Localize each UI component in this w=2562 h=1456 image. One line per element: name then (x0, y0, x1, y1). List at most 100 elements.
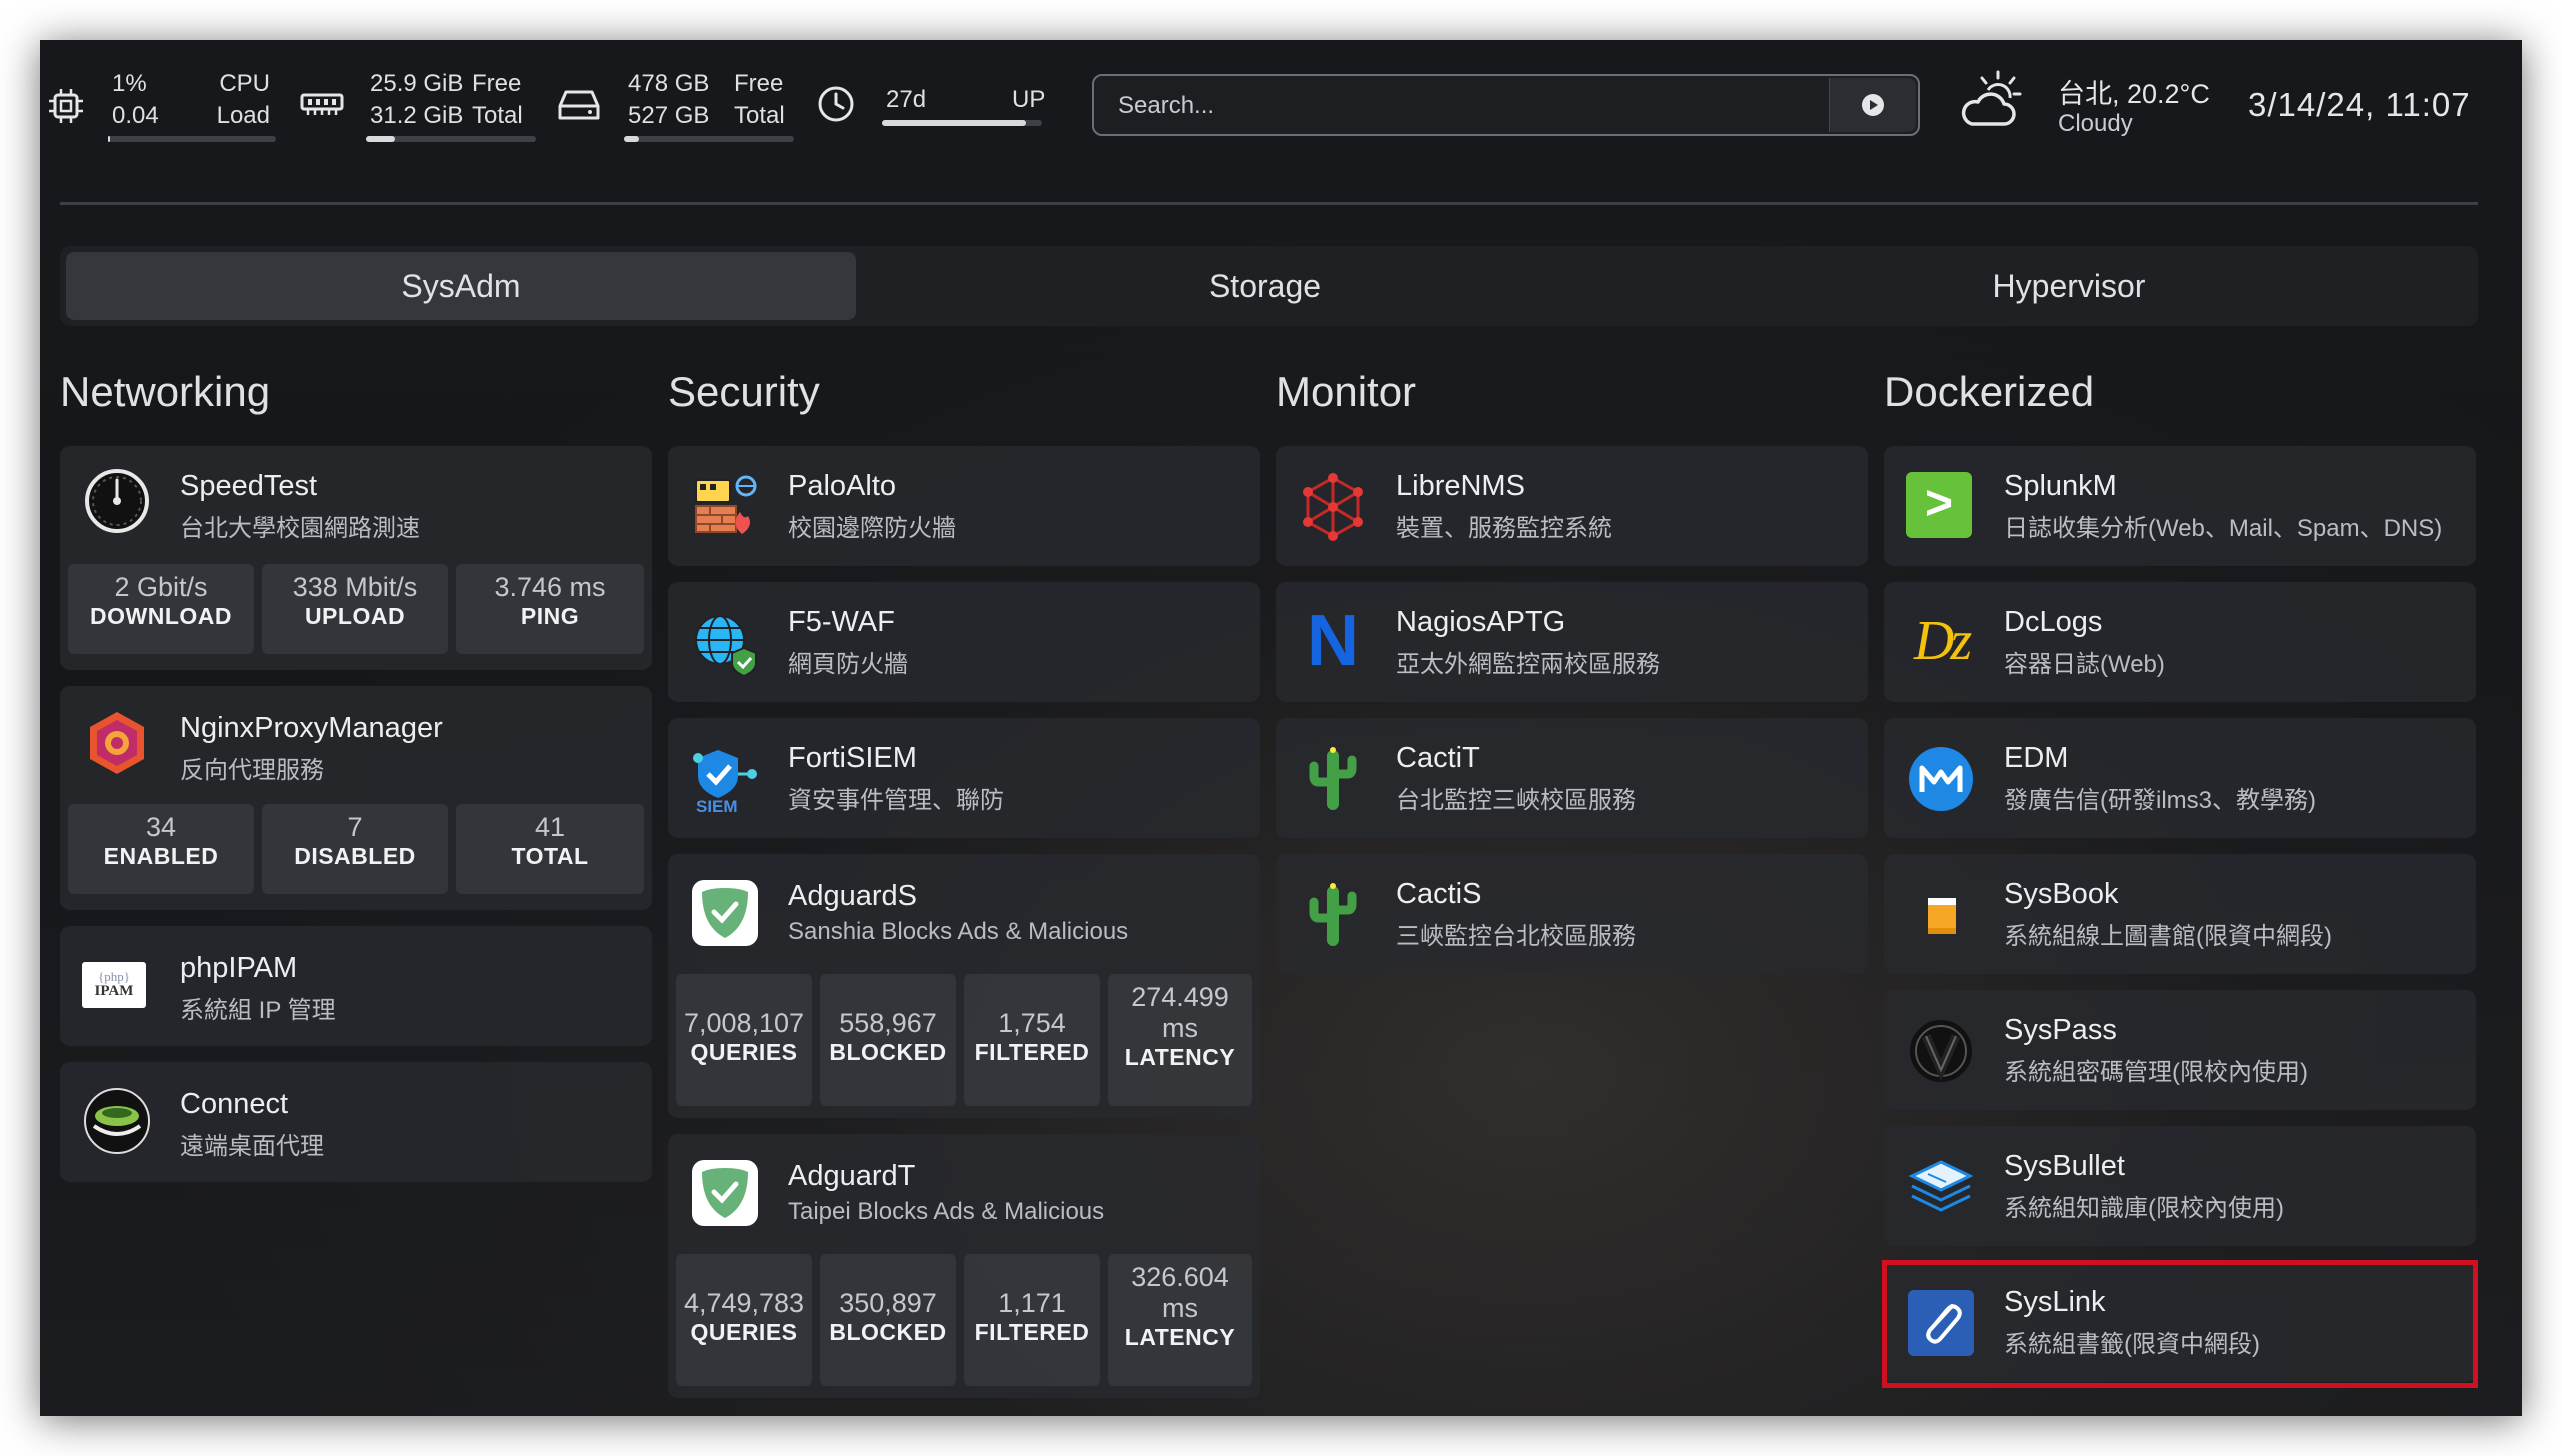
tab-storage[interactable]: Storage (870, 252, 1660, 320)
adguardt-stats: 4,749,783 QUERIES 350,897 BLOCKED 1,171 … (676, 1254, 1252, 1386)
service-description: 亞太外網監控兩校區服務 (1396, 651, 1660, 678)
service-card-adguardt[interactable]: AdguardT Taipei Blocks Ads & Malicious 4… (668, 1134, 1260, 1398)
stat-value: 338 Mbit/s (292, 572, 418, 602)
cpu-icon (49, 89, 83, 123)
service-name: NginxProxyManager (180, 712, 443, 744)
memory-free: 25.9 GiB (370, 70, 464, 97)
networking-heading: Networking (60, 368, 271, 415)
stat-value: 34 (145, 812, 177, 842)
cactus-icon (1309, 747, 1357, 810)
stat-label: QUERIES (690, 1319, 798, 1345)
service-description: 三峽監控台北校區服務 (1396, 923, 1636, 950)
stat-value: 3.746 ms (494, 572, 606, 602)
cactus-icon (1309, 883, 1357, 946)
stat-unit: ms (1162, 1293, 1198, 1323)
service-name: EDM (2004, 742, 2069, 774)
service-description: 遠端桌面代理 (180, 1133, 324, 1160)
search-input[interactable]: Search... (1118, 92, 1214, 120)
service-card-paloalto[interactable]: PaloAlto 校園邊際防火牆 (668, 446, 1260, 566)
stat-value: 7 (347, 812, 363, 842)
cpu-label: CPU (219, 70, 270, 97)
cpu-percent: 1% (112, 70, 147, 97)
service-name: CactiS (1396, 878, 1482, 910)
memory-values: 25.9 GiB 31.2 GiB (370, 68, 463, 132)
service-description: 台北監控三峽校區服務 (1396, 787, 1636, 814)
stat-label: PING (520, 603, 580, 629)
service-card-sysbook[interactable]: SysBook 系統組線上圖書館(限資中網段) (1884, 854, 2476, 974)
splunk-icon: > (1906, 472, 1972, 538)
npm-stats: 34 ENABLED 7 DISABLED 41 TOTAL (68, 804, 644, 894)
disk-labels: Free Total (734, 68, 785, 132)
memory-total: 31.2 GiB (370, 102, 464, 129)
disk-free-label: Free (734, 70, 784, 97)
stat-value: 274.499 (1131, 982, 1229, 1012)
service-name: SysBook (2004, 878, 2119, 910)
search-engine-icon (1862, 94, 1884, 116)
service-card-f5-waf[interactable]: F5-WAF 網頁防火牆 (668, 582, 1260, 702)
service-card-nginxproxymanager[interactable]: NginxProxyManager 反向代理服務 34 ENABLED 7 DI… (60, 686, 652, 910)
phpipam-icon-text-top: {php} (98, 969, 130, 984)
stat-value: 1,171 (998, 1288, 1066, 1318)
service-card-connect[interactable]: Connect 遠端桌面代理 (60, 1062, 652, 1182)
stat-queries: 7,008,107 QUERIES (676, 974, 812, 1106)
stat-enabled: 34 ENABLED (68, 804, 254, 894)
service-name: AdguardT (788, 1160, 916, 1192)
service-card-edm[interactable]: EDM 發廣告信(研發ilms3、教學務) (1884, 718, 2476, 838)
service-card-nagiosaptg[interactable]: N NagiosAPTG 亞太外網監控兩校區服務 (1276, 582, 1868, 702)
service-card-speedtest[interactable]: SpeedTest 台北大學校園網路測速 2 Gbit/s DOWNLOAD 3… (60, 446, 652, 670)
service-card-cactit[interactable]: CactiT 台北監控三峽校區服務 (1276, 718, 1868, 838)
service-card-syspass[interactable]: SysPass 系統組密碼管理(限校內使用) (1884, 990, 2476, 1110)
service-card-phpipam[interactable]: {php} IPAM phpIPAM 系統組 IP 管理 (60, 926, 652, 1046)
cpu-labels: CPU Load (200, 68, 270, 132)
email-marketing-icon (1909, 747, 1973, 811)
tab-hypervisor[interactable]: Hypervisor (1674, 252, 2464, 320)
clock-icon (818, 86, 854, 122)
stat-label: DISABLED (294, 843, 416, 869)
stat-download: 2 Gbit/s DOWNLOAD (68, 564, 254, 654)
service-description: Taipei Blocks Ads & Malicious (788, 1198, 1105, 1225)
siem-shield-icon: SIEM (693, 750, 757, 814)
monitor-heading: Monitor (1276, 368, 1417, 415)
librenms-network-icon (1303, 473, 1363, 541)
service-card-sysbullet[interactable]: SysBullet 系統組知識庫(限校內使用) (1884, 1126, 2476, 1246)
stat-total: 41 TOTAL (456, 804, 644, 894)
service-card-fortisiem[interactable]: SIEM FortiSIEM 資安事件管理、聯防 (668, 718, 1260, 838)
stat-label: TOTAL (511, 843, 589, 869)
search-button[interactable] (1829, 78, 1916, 132)
service-name: SysBullet (2004, 1150, 2125, 1182)
stat-filtered: 1,754 FILTERED (964, 974, 1100, 1106)
nginx-proxy-manager-icon (90, 712, 144, 774)
stat-disabled: 7 DISABLED (262, 804, 448, 894)
service-card-librenms[interactable]: LibreNMS 裝置、服務監控系統 (1276, 446, 1868, 566)
phpipam-icon-text-bottom: IPAM (94, 983, 134, 999)
disk-free: 478 GB (628, 70, 710, 97)
stat-filtered: 1,171 FILTERED (964, 1254, 1100, 1386)
disk-values: 478 GB 527 GB (628, 68, 709, 132)
service-description: Sanshia Blocks Ads & Malicious (788, 918, 1129, 945)
stat-label: UPLOAD (304, 603, 406, 629)
stat-latency: 274.499 ms LATENCY (1108, 974, 1252, 1106)
service-card-dclogs[interactable]: Dz DcLogs 容器日誌(Web) (1884, 582, 2476, 702)
tab-sysadm[interactable]: SysAdm (66, 252, 856, 320)
disk-usage-bar (624, 136, 794, 142)
service-description: 網頁防火牆 (788, 651, 908, 678)
service-name: NagiosAPTG (1396, 606, 1566, 638)
stat-upload: 338 Mbit/s UPLOAD (262, 564, 448, 654)
dclogs-icon: Dz (1906, 606, 1976, 676)
disk-total-label: Total (734, 102, 785, 129)
stat-unit: ms (1162, 1013, 1198, 1043)
phpipam-icon: {php} IPAM (82, 962, 146, 1008)
service-name: SysPass (2004, 1014, 2117, 1046)
stat-blocked: 350,897 BLOCKED (820, 1254, 956, 1386)
service-card-splunkm[interactable]: > SplunkM 日誌收集分析(Web、Mail、Spam、DNS) (1884, 446, 2476, 566)
service-name: AdguardS (788, 880, 917, 912)
search-bar[interactable]: Search... (1092, 74, 1920, 136)
service-card-adguards[interactable]: AdguardS Sanshia Blocks Ads & Malicious … (668, 854, 1260, 1118)
memory-labels: Free Total (472, 68, 523, 132)
service-description: 系統組密碼管理(限校內使用) (2004, 1059, 2308, 1086)
cpu-load: 0.04 (112, 102, 159, 129)
service-card-cactis[interactable]: CactiS 三峽監控台北校區服務 (1276, 854, 1868, 974)
stat-value: 558,967 (839, 1008, 937, 1038)
stat-value: 41 (534, 812, 566, 842)
splunk-icon-glyph: > (1924, 477, 1954, 530)
